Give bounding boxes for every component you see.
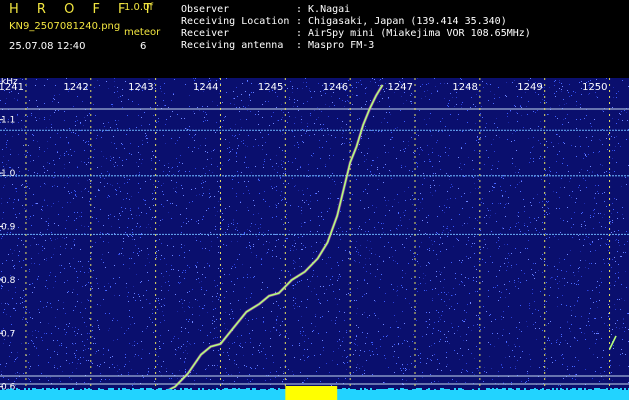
x-tick-label: 1243	[128, 82, 153, 93]
x-tick-label: 1248	[452, 82, 477, 93]
y-tick-label: 1.1	[1, 116, 15, 126]
y-tick-label: 0.9	[1, 222, 16, 232]
antenna-label: Receiving antenna	[181, 40, 284, 51]
observer-label: Observer	[181, 4, 230, 15]
header-panel: H R O F F T 1.0.0f KN9_2507081240.png me…	[0, 0, 629, 78]
x-tick-label: 1249	[517, 82, 542, 93]
y-tick-label: 0.8	[1, 276, 16, 286]
x-tick-label: 1242	[63, 82, 88, 93]
plot-background	[0, 78, 629, 400]
meteor-count: 6	[140, 41, 147, 52]
receiver-label: Receiver	[181, 28, 230, 39]
x-tick-label: 1247	[388, 82, 413, 93]
meteor-label: meteor	[124, 27, 161, 38]
spectrogram-plot: 1241 1242 1243 1244 1245 1246 1247 1248 1249 1250…	[0, 78, 629, 400]
antenna-value: : Maspro FM-3	[296, 40, 375, 51]
y-tick-label: 0.7	[1, 329, 15, 339]
receiver-value: : AirSpy mini (Miakejima VOR 108.65MHz)	[296, 28, 531, 39]
y-axis-unit: kHz	[1, 78, 18, 87]
location-value: : Chigasaki, Japan (139.414 35.340)	[296, 16, 507, 27]
image-filename: KN9_2507081240.png	[9, 21, 121, 32]
observation-datetime: 25.07.08 12:40	[9, 41, 86, 52]
observer-value: : K.Nagai	[296, 4, 351, 15]
y-tick-label: 1.0	[1, 169, 16, 179]
x-tick-label: 1245	[258, 82, 283, 93]
location-label: Receiving Location	[181, 16, 290, 27]
bottom-highlight-block	[285, 386, 338, 400]
x-tick-label: 1244	[193, 82, 218, 93]
x-tick-label: 1250	[582, 82, 607, 93]
x-tick-label: 1246	[323, 82, 348, 93]
app-version: 1.0.0f	[124, 2, 153, 13]
